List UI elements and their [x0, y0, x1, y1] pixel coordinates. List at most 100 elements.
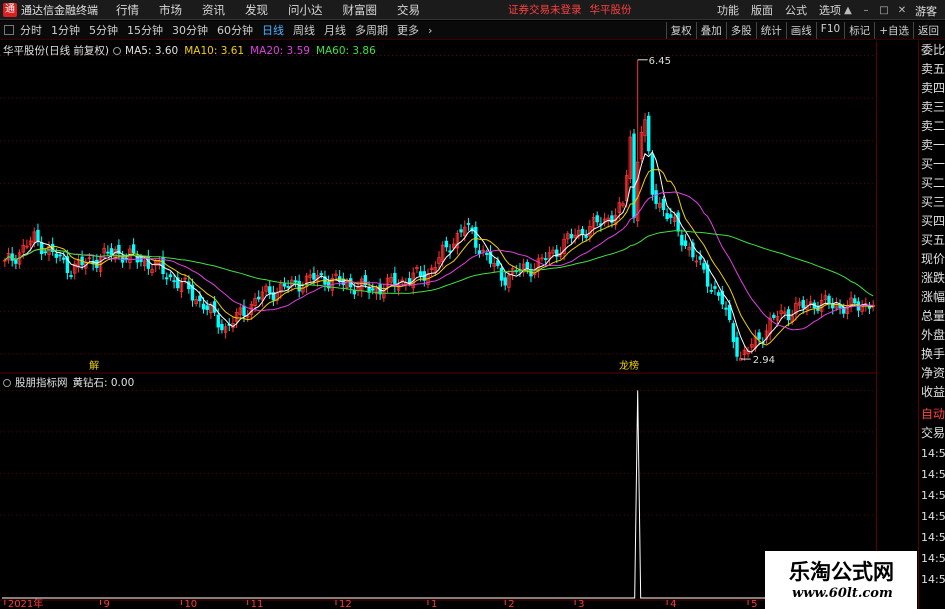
close-icon[interactable]: ✕ [897, 5, 907, 16]
tick-time-5: 14:56 [921, 552, 945, 565]
period-weekly[interactable]: 周线 [293, 22, 315, 38]
candle-body [647, 115, 651, 152]
login-notice[interactable]: 证券交易未登录 [508, 2, 582, 17]
subchart-info: 股朋指标网 黄钻石: 0.00 [3, 375, 134, 390]
candle-body [683, 240, 688, 247]
tick-time-2: 14:56 [921, 489, 945, 502]
candle-body [242, 305, 246, 316]
candle-body [14, 259, 18, 264]
tick-time-1: 14:56 [921, 468, 945, 481]
tool-draw[interactable]: 画线 [785, 22, 816, 39]
menu-wealth[interactable]: 财富圈 [343, 2, 378, 18]
period-daily[interactable]: 日线 [262, 22, 284, 38]
x-tick-label: 4 [670, 599, 676, 609]
candle-body [713, 286, 717, 289]
menu-market[interactable]: 市场 [159, 2, 182, 18]
chart-toolbar: 复权 叠加 多股 统计 画线 F10 标记 +自选 返回 [665, 22, 943, 39]
quote-field-9: 买四 [921, 214, 945, 228]
candle-body [731, 323, 736, 342]
watermark-url: www.60lt.com [792, 586, 893, 601]
date-axis: 2021年 9 10 11 12 1 2 3 4 5 [0, 597, 877, 609]
menu-quotes[interactable]: 行情 [116, 2, 139, 18]
period-tick[interactable]: 分时 [20, 22, 42, 38]
candle-body [198, 295, 202, 302]
tool-overlay[interactable]: 叠加 [695, 22, 726, 39]
candle-body [853, 298, 857, 304]
candle-body [268, 286, 272, 294]
tool-mark[interactable]: 标记 [844, 22, 874, 39]
menu-ask[interactable]: 问小达 [288, 2, 323, 18]
tool-adjust[interactable]: 复权 [665, 22, 696, 39]
period-1min[interactable]: 1分钟 [51, 22, 80, 38]
candle-body [525, 262, 530, 269]
candle-body [654, 190, 658, 204]
collapse-icon[interactable]: ▲ [843, 5, 853, 16]
kline-chart[interactable]: 6.506.005.505.004.504.003.503.00 2021年91… [0, 41, 877, 609]
ma5-value: MA5: 3.60 [125, 44, 179, 57]
candle-body [293, 280, 298, 283]
candle-body [801, 300, 805, 309]
guest-button[interactable]: 游客 [915, 3, 937, 19]
candle-body [69, 275, 73, 277]
quote-panel: 委比 卖五 卖四 卖三 卖二 卖一 买一 买二 买三 买四 买五 现价 涨跌 涨幅 总量 外盘 换手 净资 收益 自动… [918, 41, 945, 609]
candle-body [786, 309, 791, 321]
period-5min[interactable]: 5分钟 [89, 22, 118, 38]
tool-back[interactable]: 返回 [913, 22, 943, 39]
tool-stats[interactable]: 统计 [755, 22, 786, 39]
candle-body [168, 274, 173, 278]
chart-grid [0, 41, 877, 609]
trade-field-0[interactable]: 自动 [919, 405, 945, 424]
candle-body [39, 242, 44, 255]
period-multi[interactable]: 多周期 [355, 22, 388, 38]
app-logo: 通 [3, 2, 17, 17]
trade-field-1[interactable]: 交易 [919, 424, 945, 443]
candle-body [286, 286, 290, 288]
subchart-settings-icon[interactable] [3, 378, 11, 387]
quote-field-7: 买二 [921, 176, 945, 190]
candle-body [393, 272, 397, 287]
period-more[interactable]: 更多 [397, 22, 419, 38]
menu-layout[interactable]: 版面 [751, 2, 773, 18]
candle-body [109, 248, 114, 256]
settings-circle-icon[interactable] [113, 46, 122, 55]
period-30min[interactable]: 30分钟 [172, 22, 208, 38]
menu-discover[interactable]: 发现 [245, 2, 268, 18]
x-tick-label: 11 [251, 599, 264, 609]
period-monthly[interactable]: 月线 [324, 22, 346, 38]
high-label: 6.45 [649, 56, 671, 67]
minimize-icon[interactable]: – [861, 5, 871, 16]
low-label: 2.94 [753, 355, 775, 366]
candle-body [124, 257, 128, 260]
indicator-line [2, 390, 765, 599]
maximize-icon[interactable]: □ [879, 5, 889, 16]
panel-toggle-icon[interactable] [4, 25, 14, 35]
quote-field-17: 净资 [921, 366, 945, 380]
period-60min[interactable]: 60分钟 [217, 22, 253, 38]
candle-body [448, 250, 452, 253]
tool-watchlist[interactable]: +自选 [874, 22, 913, 39]
chevron-right-icon[interactable]: › [428, 24, 432, 37]
tool-multi[interactable]: 多股 [725, 22, 756, 39]
candle-body [544, 258, 548, 260]
candle-body [665, 213, 669, 220]
candle-body [220, 323, 224, 331]
candle-body [216, 314, 220, 328]
menu-news[interactable]: 资讯 [202, 2, 225, 18]
menu-trade[interactable]: 交易 [397, 2, 420, 18]
candle-body [172, 280, 176, 283]
quote-field-16: 换手 [921, 347, 945, 361]
menu-function[interactable]: 功能 [717, 2, 739, 18]
candle-body [661, 198, 666, 210]
quote-field-5: 卖一 [921, 138, 945, 152]
candle-body [444, 240, 449, 248]
menu-formula[interactable]: 公式 [785, 2, 807, 18]
candle-body [371, 288, 375, 291]
quote-field-15: 外盘 [921, 328, 945, 342]
indicator-chart: 1.000.800.600.400.47 [2, 390, 765, 599]
tool-f10[interactable]: F10 [815, 22, 844, 39]
chart-info: 华平股份(日线 前复权) MA5: 3.60 MA10: 3.61 MA20: … [3, 43, 376, 58]
period-15min[interactable]: 15分钟 [127, 22, 163, 38]
candle-body [477, 250, 482, 255]
candle-body [827, 295, 831, 305]
candle-body [95, 259, 99, 268]
